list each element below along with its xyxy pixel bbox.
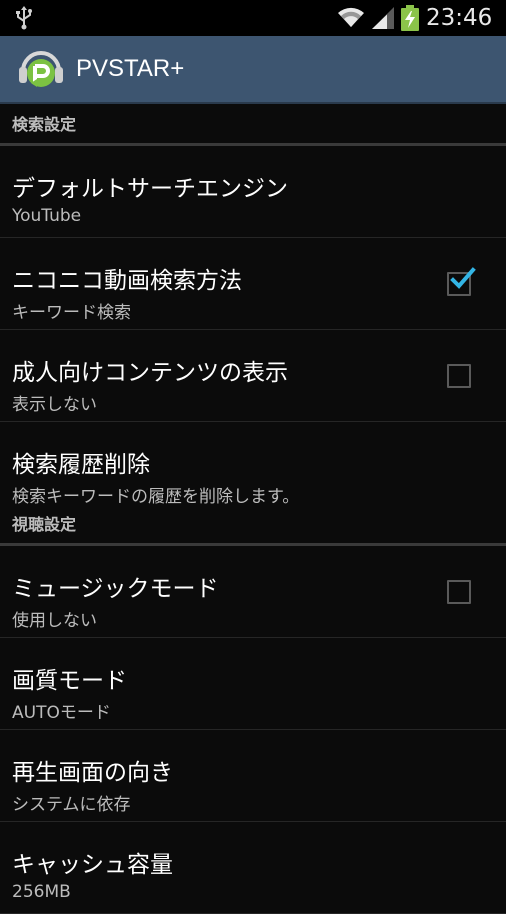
pref-niconico-search-method[interactable]: ニコニコ動画検索方法 キーワード検索 bbox=[0, 238, 506, 330]
checkmark-icon bbox=[450, 267, 476, 289]
pref-title: 画質モード bbox=[12, 668, 127, 694]
signal-icon bbox=[372, 7, 394, 29]
pref-summary: システムに依存 bbox=[12, 795, 131, 815]
pref-summary: 256MB bbox=[12, 882, 71, 902]
pref-summary: AUTOモード bbox=[12, 703, 111, 723]
wifi-icon bbox=[338, 7, 364, 27]
battery-charging-icon bbox=[401, 5, 419, 31]
pref-screen-orientation[interactable]: 再生画面の向き システムに依存 bbox=[0, 730, 506, 822]
usb-icon bbox=[16, 6, 32, 30]
pref-summary: 検索キーワードの履歴を削除します。 bbox=[12, 487, 300, 507]
pref-summary: 表示しない bbox=[12, 395, 97, 415]
pref-summary: 使用しない bbox=[12, 611, 97, 631]
pref-title: ニコニコ動画検索方法 bbox=[12, 268, 242, 294]
status-clock: 23:46 bbox=[426, 5, 493, 31]
app-title: PVSTAR+ bbox=[76, 55, 185, 82]
pref-title: 検索履歴削除 bbox=[12, 452, 150, 478]
adult-content-checkbox[interactable] bbox=[447, 364, 471, 388]
pref-clear-search-history[interactable]: 検索履歴削除 検索キーワードの履歴を削除します。 bbox=[0, 422, 506, 514]
pref-adult-content[interactable]: 成人向けコンテンツの表示 表示しない bbox=[0, 330, 506, 422]
pvstar-headphones-logo[interactable] bbox=[17, 45, 65, 93]
pref-title: ミュージックモード bbox=[12, 576, 219, 602]
status-bar: 23:46 bbox=[0, 0, 506, 36]
settings-list: 検索設定 デフォルトサーチエンジン YouTube ニコニコ動画検索方法 キーワ… bbox=[0, 104, 506, 914]
pref-title: デフォルトサーチエンジン bbox=[12, 176, 288, 202]
pref-title: 再生画面の向き bbox=[12, 760, 173, 786]
pref-title: 成人向けコンテンツの表示 bbox=[12, 360, 288, 386]
pref-quality-mode[interactable]: 画質モード AUTOモード bbox=[0, 638, 506, 730]
section-header-search: 検索設定 bbox=[0, 104, 506, 146]
pref-title: キャッシュ容量 bbox=[12, 852, 173, 878]
pref-cache-size[interactable]: キャッシュ容量 256MB bbox=[0, 822, 506, 914]
niconico-checkbox[interactable] bbox=[447, 267, 476, 296]
pref-summary: キーワード検索 bbox=[12, 303, 131, 323]
pref-summary: YouTube bbox=[12, 206, 82, 226]
pref-music-mode[interactable]: ミュージックモード 使用しない bbox=[0, 546, 506, 638]
action-bar: PVSTAR+ bbox=[0, 36, 506, 104]
pref-default-search-engine[interactable]: デフォルトサーチエンジン YouTube bbox=[0, 146, 506, 238]
music-mode-checkbox[interactable] bbox=[447, 580, 471, 604]
